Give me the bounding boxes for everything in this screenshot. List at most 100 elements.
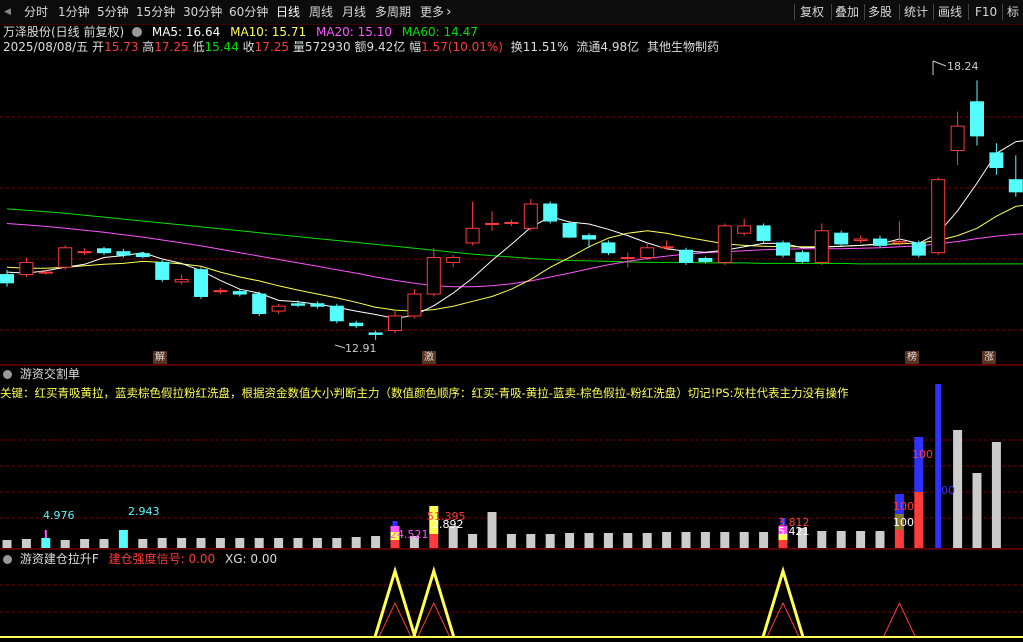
value-label: 24.521 xyxy=(390,528,429,541)
flow-bar-segment xyxy=(80,539,90,548)
flow-bar-segment xyxy=(545,534,555,548)
candle-body xyxy=(368,332,383,335)
flow-bar-segment xyxy=(2,540,12,548)
candle-body xyxy=(698,258,713,262)
candle-body xyxy=(135,253,150,258)
candle-body xyxy=(426,257,441,295)
ma60-line xyxy=(6,208,1023,265)
value-label: 2.892 xyxy=(432,518,464,531)
value-label: 100 xyxy=(893,500,914,513)
flow-bar-segment xyxy=(506,534,516,548)
candle-body xyxy=(717,225,732,263)
xg-label: XG: xyxy=(224,552,247,566)
flow-bar-tick xyxy=(44,530,47,538)
collapse-icon[interactable] xyxy=(3,555,12,564)
panel2-header: 游资交割单 xyxy=(0,366,80,382)
flow-bar-segment xyxy=(41,538,51,548)
flow-bar-segment xyxy=(60,540,70,548)
flow-bar-segment xyxy=(312,538,322,548)
flow-bar-segment xyxy=(332,538,342,548)
collapse-icon[interactable] xyxy=(3,370,12,379)
flow-bar-segment xyxy=(390,540,400,548)
candle-body xyxy=(950,125,965,151)
candle-body xyxy=(174,278,189,283)
candle-body xyxy=(523,203,538,229)
candle-body xyxy=(853,238,868,241)
flow-bar-segment xyxy=(914,437,924,492)
value-label: 2.943 xyxy=(128,505,160,518)
event-marker-unlock[interactable]: 解 xyxy=(153,351,167,364)
flow-bar-segment xyxy=(215,538,225,548)
flow-bar-segment xyxy=(138,539,148,548)
kline-chart[interactable]: 18.24 12.91 4.976 2.943 24.521 51.395 2.… xyxy=(0,0,1023,642)
flow-bar-segment xyxy=(662,532,672,548)
value-label: 100 xyxy=(893,516,914,529)
candle-body xyxy=(873,238,887,246)
signal-strength-label: 建仓强度信号: xyxy=(108,552,185,566)
flow-bar-segment xyxy=(351,537,361,548)
panel3-title[interactable]: 游资建仓拉升F xyxy=(20,552,99,566)
value-label: 100 xyxy=(912,448,933,461)
candle-body xyxy=(562,222,577,238)
moving-average-lines xyxy=(6,140,1023,319)
flow-bar-segment xyxy=(700,532,710,548)
candle-body xyxy=(232,291,247,295)
flow-bar-segment xyxy=(274,538,284,548)
high-annotation: 18.24 xyxy=(932,60,979,75)
candle-body xyxy=(834,232,849,245)
candle-body xyxy=(271,305,286,312)
candle-body xyxy=(640,247,655,259)
candle-body xyxy=(543,203,558,222)
candle-body xyxy=(970,101,984,137)
candle-body xyxy=(252,293,267,314)
signal-lines xyxy=(373,565,916,638)
candle-body xyxy=(582,235,596,240)
candle-body xyxy=(446,257,461,263)
candle-body xyxy=(19,261,34,276)
flow-bar-segment xyxy=(642,533,652,548)
flow-bar-segment xyxy=(371,536,381,548)
panel2-value-labels: 4.976 2.943 24.521 51.395 2.892 3.812 5.… xyxy=(43,448,955,541)
flow-bar-segment xyxy=(836,531,846,548)
flow-bar-segment xyxy=(875,531,885,548)
signal-peak-red xyxy=(882,601,916,638)
candle-body xyxy=(310,303,325,307)
candle-body xyxy=(620,257,635,260)
event-marker-list[interactable]: 榜 xyxy=(905,351,919,364)
candle-body xyxy=(485,222,499,225)
candle-body xyxy=(737,225,752,234)
flow-bar-segment xyxy=(99,539,109,548)
flow-bar-segment xyxy=(196,538,206,548)
flow-bar-segment xyxy=(487,512,497,548)
flow-bar-segment xyxy=(991,442,1001,548)
flow-bar-segment xyxy=(293,538,303,548)
panel2-description: 关键：红买青吸黄拉，蓝卖棕色假拉粉红洗盘，根据资金数值大小判断主力（数值颜色顺序… xyxy=(0,386,849,400)
signal-strength-value: 0.00 xyxy=(188,552,216,566)
event-marker-surge[interactable]: 激 xyxy=(422,351,436,364)
candle-body xyxy=(892,240,907,244)
event-marker-limit-up[interactable]: 涨 xyxy=(982,351,996,364)
flow-bar-segment xyxy=(157,538,167,548)
ma5-line xyxy=(6,140,1023,319)
candle-body xyxy=(407,293,422,317)
candle-body xyxy=(349,322,364,327)
flow-bar-segment xyxy=(720,532,730,548)
candle-body xyxy=(155,261,170,280)
panel2-title[interactable]: 游资交割单 xyxy=(20,367,80,381)
value-label: 100 xyxy=(934,484,955,497)
flow-bar-segment xyxy=(565,533,575,548)
flow-bar-segment xyxy=(914,492,924,548)
candle-body xyxy=(756,225,771,241)
flow-bar-segment xyxy=(894,530,904,548)
candle-body xyxy=(77,251,92,254)
flow-bar-segment xyxy=(759,532,769,548)
flow-bar-segment xyxy=(681,532,691,548)
candle-body xyxy=(659,246,674,249)
flow-bar-segment xyxy=(739,532,749,548)
candle-body xyxy=(679,249,693,263)
candle-body xyxy=(1008,179,1023,193)
candle-body xyxy=(329,305,344,322)
flow-bar-segment xyxy=(118,530,128,548)
candle-body xyxy=(601,242,616,254)
xg-value: 0.00 xyxy=(250,552,278,566)
